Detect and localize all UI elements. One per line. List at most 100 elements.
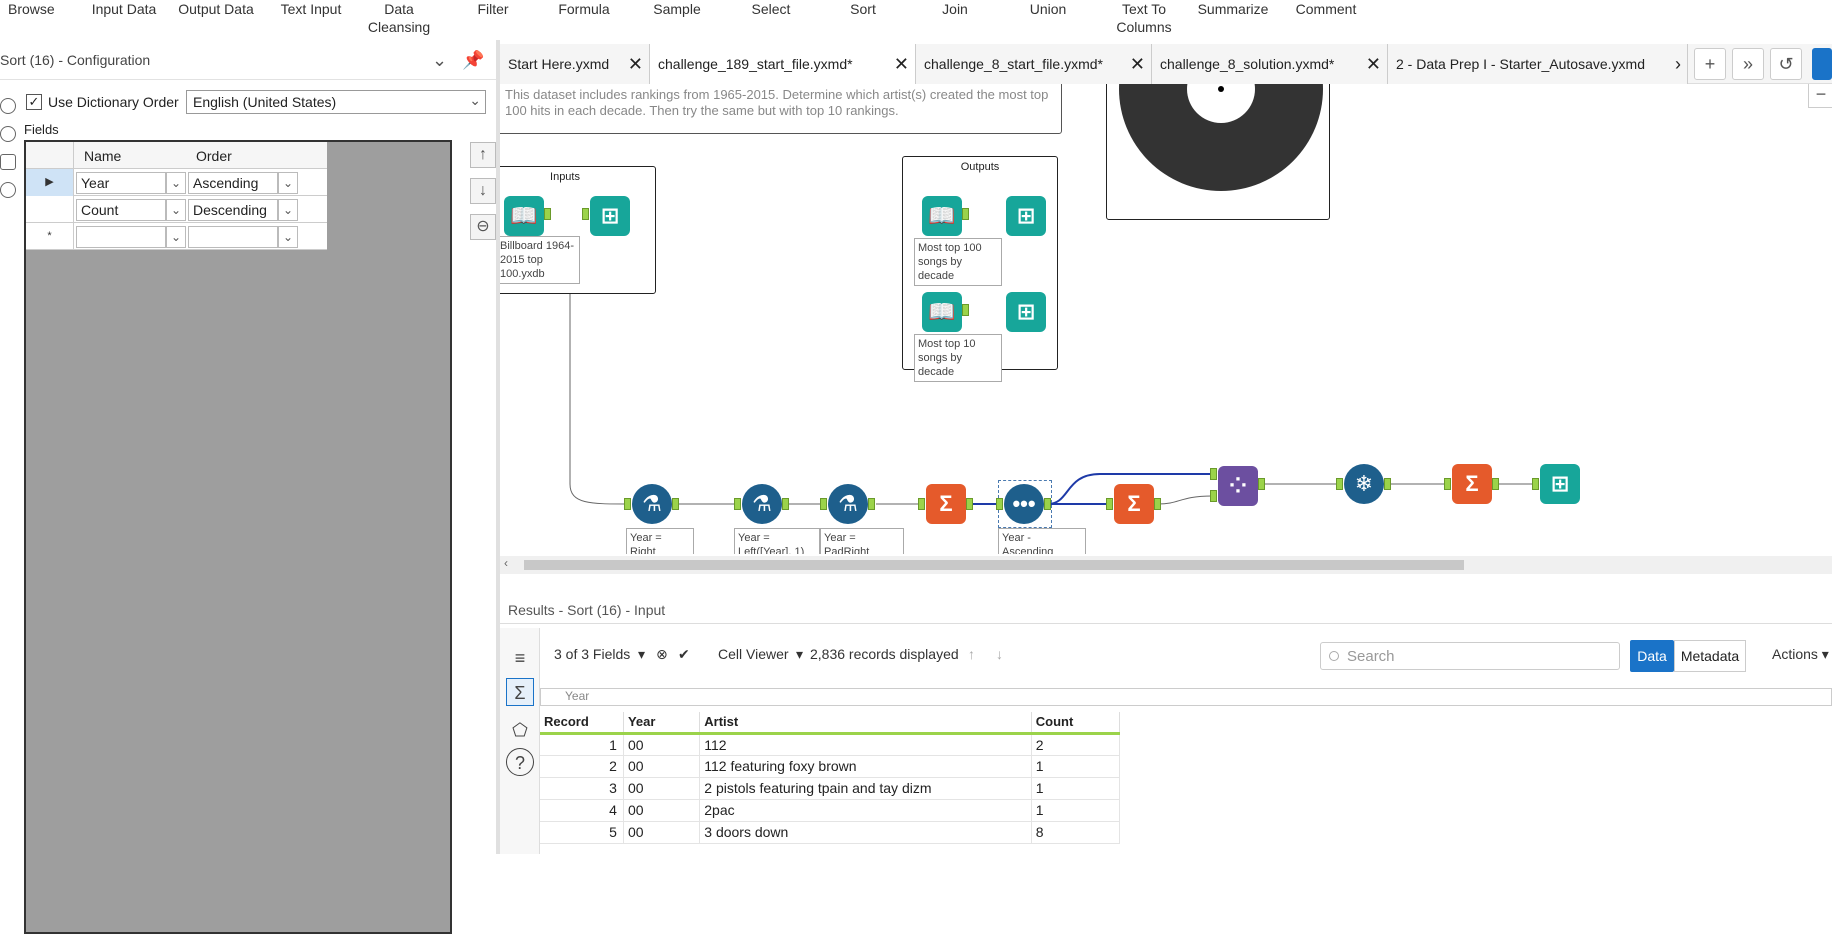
table-row[interactable]: 1 00 112 2 bbox=[540, 733, 1121, 756]
tab-challenge-8-solution[interactable]: challenge_8_solution.yxmd* ✕ bbox=[1152, 44, 1388, 84]
join-multiple-tool[interactable]: ⁘ bbox=[1218, 466, 1258, 506]
tag-icon[interactable] bbox=[0, 154, 16, 170]
ribbon-formula[interactable]: Formula bbox=[556, 0, 612, 18]
anchor[interactable] bbox=[1210, 490, 1217, 502]
chevron-down-icon[interactable]: ▾ bbox=[638, 646, 645, 663]
field-name-select[interactable]: Year bbox=[76, 172, 166, 194]
anchor[interactable] bbox=[962, 304, 969, 316]
chevron-down-icon[interactable]: ⌄ bbox=[432, 50, 447, 71]
table-row[interactable]: 5 00 3 doors down 8 bbox=[540, 821, 1121, 844]
tab-challenge-189[interactable]: challenge_189_start_file.yxmd* ✕ bbox=[650, 44, 916, 84]
chevron-down-icon[interactable]: ⌄ bbox=[278, 226, 298, 248]
chevron-down-icon[interactable]: ⌄ bbox=[278, 199, 298, 221]
arrow-down-icon[interactable]: ↓ bbox=[996, 646, 1003, 662]
output-anchor[interactable] bbox=[544, 208, 551, 220]
search-input[interactable]: Search bbox=[1320, 642, 1620, 670]
ribbon-union[interactable]: Union bbox=[1028, 0, 1068, 18]
output-data-tool[interactable]: 📖 bbox=[922, 292, 962, 332]
chevron-down-icon[interactable]: ⌄ bbox=[278, 172, 298, 194]
anchor[interactable] bbox=[672, 498, 679, 510]
help-icon[interactable]: ? bbox=[506, 748, 534, 776]
ribbon-filter[interactable]: Filter bbox=[476, 0, 510, 18]
data-tab-button[interactable]: Data bbox=[1630, 640, 1674, 672]
chevron-right-icon[interactable]: › bbox=[1675, 44, 1681, 84]
anchor[interactable] bbox=[1258, 478, 1265, 490]
canvas-hscrollbar[interactable]: ‹ bbox=[500, 556, 1832, 574]
new-tab-button[interactable]: + bbox=[1694, 48, 1726, 80]
anchor[interactable] bbox=[1210, 468, 1217, 480]
remove-button[interactable]: ⊖ bbox=[470, 214, 496, 240]
anchor[interactable] bbox=[1444, 478, 1451, 490]
ribbon-join[interactable]: Join bbox=[940, 0, 970, 18]
close-icon[interactable]: ✕ bbox=[1130, 44, 1145, 84]
cell-count[interactable]: 1 bbox=[1031, 777, 1121, 800]
row-marker[interactable] bbox=[26, 196, 74, 223]
input-anchor[interactable] bbox=[582, 208, 589, 220]
ribbon-summarize[interactable]: Summarize bbox=[1196, 0, 1270, 18]
cell-artist[interactable]: 112 featuring foxy brown bbox=[699, 755, 1032, 778]
anchor[interactable] bbox=[782, 498, 789, 510]
cell-year[interactable]: 00 bbox=[623, 733, 701, 756]
clear-icon[interactable]: ⊗ bbox=[656, 646, 668, 663]
chevron-down-icon[interactable]: ⌄ bbox=[166, 226, 186, 248]
anchor[interactable] bbox=[1336, 478, 1343, 490]
anchor[interactable] bbox=[1384, 478, 1391, 490]
scroll-left-icon[interactable]: ‹ bbox=[504, 556, 508, 570]
cell-artist[interactable]: 2pac bbox=[699, 799, 1032, 822]
zoom-out-button[interactable]: − bbox=[1808, 84, 1832, 108]
formula-tool[interactable]: ⚗ bbox=[632, 484, 672, 524]
output-data-tool[interactable]: 📖 bbox=[922, 196, 962, 236]
check-icon[interactable]: ✔ bbox=[678, 646, 690, 663]
ribbon-sample[interactable]: Sample bbox=[652, 0, 702, 18]
arrow-up-icon[interactable]: ↑ bbox=[968, 646, 975, 662]
chevron-down-icon[interactable]: ⌄ bbox=[166, 199, 186, 221]
cross-tab-tool[interactable]: ❄ bbox=[1344, 464, 1384, 504]
tab-start-here[interactable]: Start Here.yxmd ✕ bbox=[500, 44, 650, 84]
anchor[interactable] bbox=[1106, 498, 1113, 510]
cell-year[interactable]: 00 bbox=[623, 799, 701, 822]
browse-tool[interactable]: ⊞ bbox=[1540, 464, 1580, 504]
cell-count[interactable]: 2 bbox=[1031, 733, 1121, 756]
chevron-down-icon[interactable]: ⌄ bbox=[166, 172, 186, 194]
history-icon[interactable]: ↺ bbox=[1770, 48, 1802, 80]
close-icon[interactable]: ✕ bbox=[628, 44, 643, 84]
ribbon-select[interactable]: Select bbox=[750, 0, 792, 18]
cell-year[interactable]: 00 bbox=[623, 821, 701, 844]
column-header-count[interactable]: Count bbox=[1031, 712, 1121, 735]
cell-year[interactable]: 00 bbox=[623, 755, 701, 778]
anchor[interactable] bbox=[1492, 478, 1499, 490]
gear-icon[interactable] bbox=[0, 98, 16, 114]
anchor[interactable] bbox=[1154, 498, 1161, 510]
anchor[interactable] bbox=[918, 498, 925, 510]
anchor[interactable] bbox=[734, 498, 741, 510]
grid-row-new[interactable]: * ⌄ ⌄ bbox=[26, 223, 327, 250]
table-row[interactable]: 3 00 2 pistols featuring tpain and tay d… bbox=[540, 777, 1121, 800]
formula-tool[interactable]: ⚗ bbox=[828, 484, 868, 524]
anchor[interactable] bbox=[1044, 498, 1051, 510]
ribbon-text-input[interactable]: Text Input bbox=[276, 0, 346, 18]
row-marker[interactable]: * bbox=[26, 223, 74, 250]
tab-challenge-8-start[interactable]: challenge_8_start_file.yxmd* ✕ bbox=[916, 44, 1152, 84]
menu-icon[interactable]: ≡ bbox=[506, 644, 534, 672]
formula-tool[interactable]: ⚗ bbox=[742, 484, 782, 524]
sort-tool[interactable]: ••• bbox=[1004, 484, 1044, 524]
cell-viewer-toggle[interactable]: Cell Viewer bbox=[718, 646, 789, 662]
table-row[interactable]: 2 00 112 featuring foxy brown 1 bbox=[540, 755, 1121, 778]
ribbon-comment[interactable]: Comment bbox=[1294, 0, 1358, 18]
help-icon[interactable] bbox=[0, 182, 16, 198]
grid-row-count[interactable]: Count ⌄ Descending ⌄ bbox=[26, 196, 327, 223]
actions-menu[interactable]: Actions ▾ bbox=[1772, 646, 1829, 663]
anchor[interactable] bbox=[868, 498, 875, 510]
summarize-tool[interactable]: Σ bbox=[926, 484, 966, 524]
summarize-tool[interactable]: Σ bbox=[1452, 464, 1492, 504]
fields-selector[interactable]: 3 of 3 Fields bbox=[554, 646, 630, 662]
ribbon-input-data[interactable]: Input Data bbox=[88, 0, 160, 18]
anchor[interactable] bbox=[966, 498, 973, 510]
anchor[interactable] bbox=[996, 498, 1003, 510]
move-up-button[interactable]: ↑ bbox=[470, 142, 496, 168]
close-icon[interactable]: ✕ bbox=[894, 44, 909, 84]
pin-icon[interactable]: 📌 bbox=[462, 50, 484, 71]
field-order-select[interactable]: Ascending bbox=[188, 172, 278, 194]
ribbon-output-data[interactable]: Output Data bbox=[176, 0, 256, 18]
move-down-button[interactable]: ↓ bbox=[470, 178, 496, 204]
